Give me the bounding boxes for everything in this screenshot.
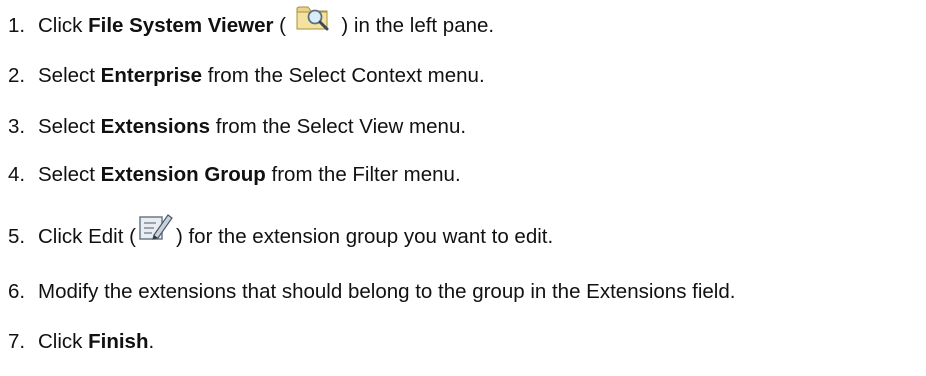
ui-term: File System Viewer [88, 14, 274, 37]
step-text: Select [38, 64, 101, 87]
step-text: ) in the left pane. [335, 14, 495, 37]
step-number: 4. [8, 163, 26, 186]
step-4: 4. Select Extension Group from the Filte… [8, 163, 461, 187]
step-text: Click [38, 330, 89, 353]
step-text: . [148, 330, 155, 353]
step-1: 1. Click File System Viewer ( ) in the l… [8, 6, 495, 38]
step-3: 3. Select Extensions from the Select Vie… [8, 115, 466, 139]
step-text: Select [38, 163, 101, 186]
step-number: 2. [8, 64, 26, 87]
step-7: 7. Click Finish . [8, 330, 154, 354]
step-text: from the Filter menu. [265, 163, 461, 186]
step-number: 5. [8, 225, 26, 248]
step-number: 7. [8, 330, 26, 353]
step-number: 1. [8, 14, 26, 37]
step-text: Modify the extensions that should belong… [38, 280, 736, 303]
ui-term: Extension Group [100, 163, 266, 186]
ui-term: Enterprise [100, 64, 203, 87]
ui-term: Extensions [100, 115, 211, 138]
folder-search-icon [294, 0, 334, 38]
step-text: ) for the extension group you want to ed… [175, 225, 554, 248]
step-text: Select [38, 115, 101, 138]
step-5: 5. Click Edit ( ) for the extension grou… [8, 214, 554, 249]
step-number: 6. [8, 280, 26, 303]
step-text: from the Select Context menu. [202, 64, 485, 87]
ui-term: Finish [88, 330, 149, 353]
step-number: 3. [8, 115, 26, 138]
step-text: Click Edit ( [38, 225, 136, 248]
edit-icon [138, 211, 174, 249]
step-text: Click [38, 14, 89, 37]
step-text: ( [273, 14, 292, 37]
step-text: from the Select View menu. [210, 115, 467, 138]
step-6: 6. Modify the extensions that should bel… [8, 280, 735, 304]
step-2: 2. Select Enterprise from the Select Con… [8, 64, 485, 88]
